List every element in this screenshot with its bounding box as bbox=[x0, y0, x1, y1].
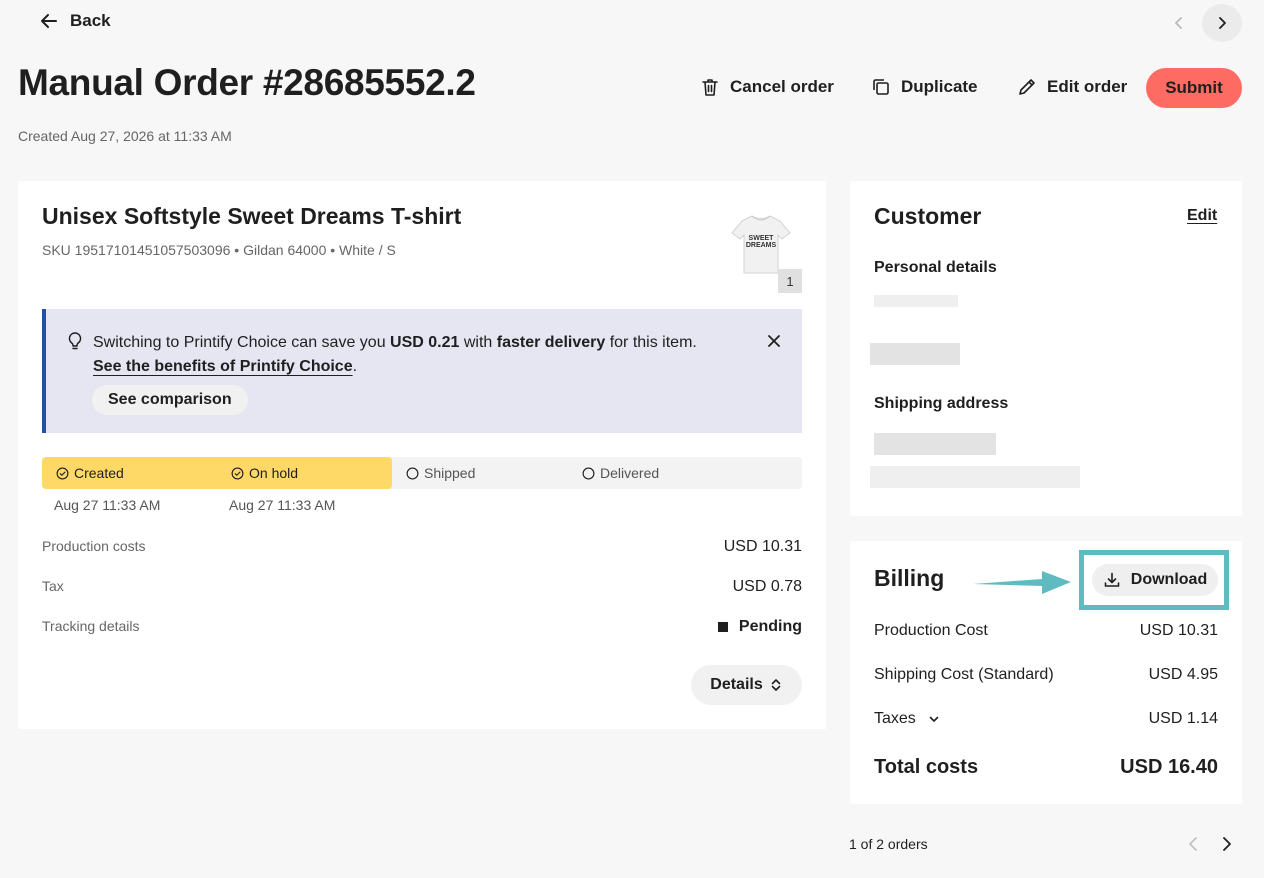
product-title: Unisex Softstyle Sweet Dreams T-shirt bbox=[42, 203, 462, 229]
trash-icon bbox=[702, 79, 718, 96]
shipping-cost-label: Shipping Cost (Standard) bbox=[874, 666, 1054, 683]
edit-order-label: Edit order bbox=[1047, 77, 1128, 96]
tax-label: Tax bbox=[42, 578, 64, 594]
thumbnail-text-2: DREAMS bbox=[746, 242, 777, 249]
production-costs-label: Production costs bbox=[42, 538, 146, 554]
timeline-step-label: Shipped bbox=[424, 465, 476, 481]
previous-order-button[interactable] bbox=[1162, 6, 1196, 40]
status-square-icon bbox=[717, 622, 728, 632]
next-order-button[interactable] bbox=[1202, 4, 1242, 42]
promo-highlight: faster delivery bbox=[496, 334, 606, 351]
details-button[interactable]: Details bbox=[691, 665, 802, 705]
printify-choice-benefits-link[interactable]: See the benefits of Printify Choice bbox=[93, 358, 353, 375]
promo-text-3: for this item. bbox=[605, 334, 697, 351]
timeline-step-shipped: Shipped bbox=[406, 465, 475, 481]
timeline-step-delivered: Delivered bbox=[582, 465, 659, 481]
lightbulb-icon bbox=[68, 332, 82, 350]
download-button[interactable]: Download bbox=[1092, 564, 1218, 596]
chevron-left-icon bbox=[1175, 17, 1182, 29]
duplicate-button[interactable]: Duplicate bbox=[871, 76, 978, 98]
back-label: Back bbox=[70, 11, 111, 30]
chevron-up-down-icon bbox=[771, 679, 781, 691]
tracking-status-label: Pending bbox=[738, 618, 802, 635]
customer-card: Customer Edit Personal details Shipping … bbox=[850, 181, 1242, 516]
empty-circle-icon bbox=[406, 467, 419, 479]
tracking-status: Pending bbox=[717, 618, 802, 636]
production-costs-value: USD 10.31 bbox=[723, 538, 802, 555]
redacted-name bbox=[874, 295, 958, 307]
empty-circle-icon bbox=[582, 467, 595, 479]
tax-value: USD 0.78 bbox=[732, 578, 802, 595]
download-icon bbox=[1104, 572, 1120, 587]
promo-text-1: Switching to Printify Choice can save yo… bbox=[93, 334, 391, 351]
cancel-order-button[interactable]: Cancel order bbox=[700, 76, 834, 98]
close-icon[interactable] bbox=[764, 331, 784, 351]
promo-amount: USD 0.21 bbox=[390, 334, 460, 351]
timeline-step-label: On hold bbox=[249, 465, 299, 481]
customer-title: Customer bbox=[874, 203, 982, 229]
edit-customer-link[interactable]: Edit bbox=[1187, 207, 1217, 225]
personal-details-heading: Personal details bbox=[874, 259, 997, 276]
check-circle-icon bbox=[56, 467, 69, 479]
check-circle-icon bbox=[231, 467, 244, 479]
product-meta: SKU 19517101451057503096 • Gildan 64000 … bbox=[42, 242, 396, 258]
duplicate-icon bbox=[873, 79, 889, 95]
arrow-left-icon bbox=[41, 14, 57, 28]
taxes-value: USD 1.14 bbox=[1148, 710, 1218, 727]
taxes-toggle[interactable]: Taxes bbox=[874, 710, 940, 728]
chevron-right-icon bbox=[1219, 17, 1226, 29]
total-costs-label: Total costs bbox=[874, 756, 979, 778]
shipping-address-heading: Shipping address bbox=[874, 395, 1009, 412]
details-label: Details bbox=[710, 676, 763, 693]
cancel-order-label: Cancel order bbox=[730, 77, 834, 96]
shipping-cost-value: USD 4.95 bbox=[1148, 666, 1218, 683]
duplicate-label: Duplicate bbox=[901, 77, 978, 96]
redacted-address-line-2 bbox=[870, 466, 1080, 488]
pencil-icon bbox=[1019, 79, 1035, 95]
printify-choice-banner: Switching to Printify Choice can save yo… bbox=[42, 309, 802, 433]
promo-text-2: with bbox=[459, 334, 497, 351]
timeline-date-on-hold: Aug 27 11:33 AM bbox=[229, 497, 336, 513]
timeline-step-label: Delivered bbox=[600, 465, 660, 481]
taxes-label: Taxes bbox=[874, 710, 916, 727]
tracking-details-label: Tracking details bbox=[42, 618, 140, 634]
promo-link-suffix: . bbox=[352, 358, 358, 375]
annotation-arrow-icon bbox=[973, 571, 1071, 594]
timeline-step-created: Created bbox=[56, 465, 124, 481]
redacted-address-line-1 bbox=[874, 433, 996, 455]
created-timestamp: Created Aug 27, 2026 at 11:33 AM bbox=[18, 128, 232, 144]
redacted-email bbox=[870, 343, 960, 365]
chevron-down-icon bbox=[929, 716, 939, 722]
production-cost-label: Production Cost bbox=[874, 622, 988, 639]
pager-chevron-left-icon[interactable] bbox=[1184, 834, 1204, 854]
back-button[interactable]: Back bbox=[40, 11, 111, 31]
production-cost-value: USD 10.31 bbox=[1139, 622, 1218, 639]
quantity-badge: 1 bbox=[778, 269, 802, 293]
total-costs-value: USD 16.40 bbox=[1120, 756, 1218, 778]
download-label: Download bbox=[1130, 571, 1208, 588]
see-comparison-button[interactable]: See comparison bbox=[92, 385, 248, 415]
product-thumbnail: SWEET DREAMS bbox=[731, 215, 791, 274]
thumbnail-text-1: SWEET bbox=[749, 235, 775, 242]
submit-button[interactable]: Submit bbox=[1146, 68, 1242, 108]
timeline-date-created: Aug 27 11:33 AM bbox=[54, 497, 161, 513]
order-item-card: Unisex Softstyle Sweet Dreams T-shirt SK… bbox=[18, 181, 826, 729]
edit-order-button[interactable]: Edit order bbox=[1017, 76, 1127, 98]
page-title: Manual Order #28685552.2 bbox=[18, 62, 476, 103]
promo-message: Switching to Printify Choice can save yo… bbox=[93, 331, 733, 379]
billing-title: Billing bbox=[874, 565, 945, 591]
pager-count: 1 of 2 orders bbox=[849, 836, 928, 852]
timeline-step-label: Created bbox=[74, 465, 124, 481]
order-status-timeline: Created On hold Shipped Delivered bbox=[42, 457, 802, 489]
timeline-step-on-hold: On hold bbox=[231, 465, 298, 481]
pager-chevron-right-icon[interactable] bbox=[1216, 834, 1236, 854]
